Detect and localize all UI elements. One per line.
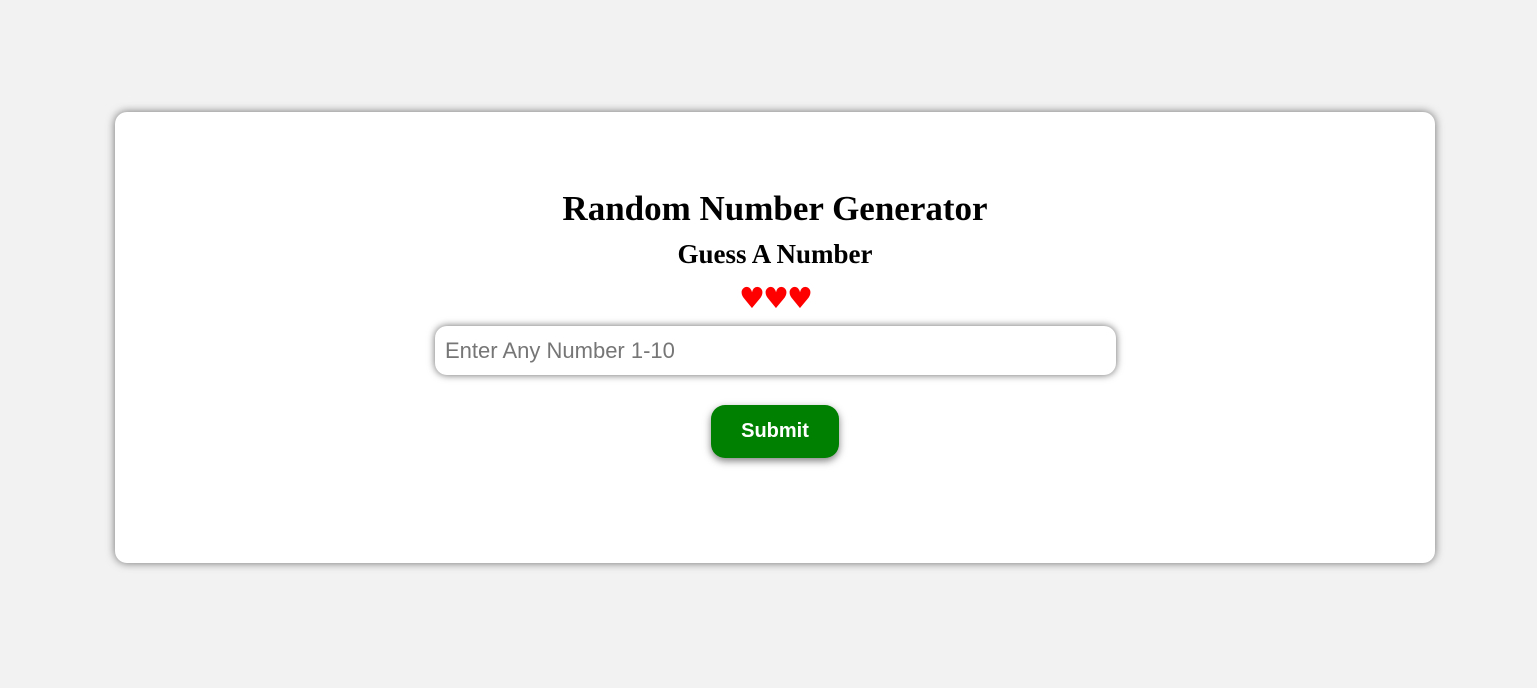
guess-input[interactable] (435, 326, 1116, 375)
game-card: Random Number Generator Guess A Number ♥… (115, 112, 1435, 563)
page-title: Random Number Generator (562, 189, 988, 228)
submit-button[interactable]: Submit (711, 405, 839, 458)
lives-hearts-icon: ♥♥♥ (739, 281, 813, 315)
page-subtitle: Guess A Number (677, 239, 873, 269)
